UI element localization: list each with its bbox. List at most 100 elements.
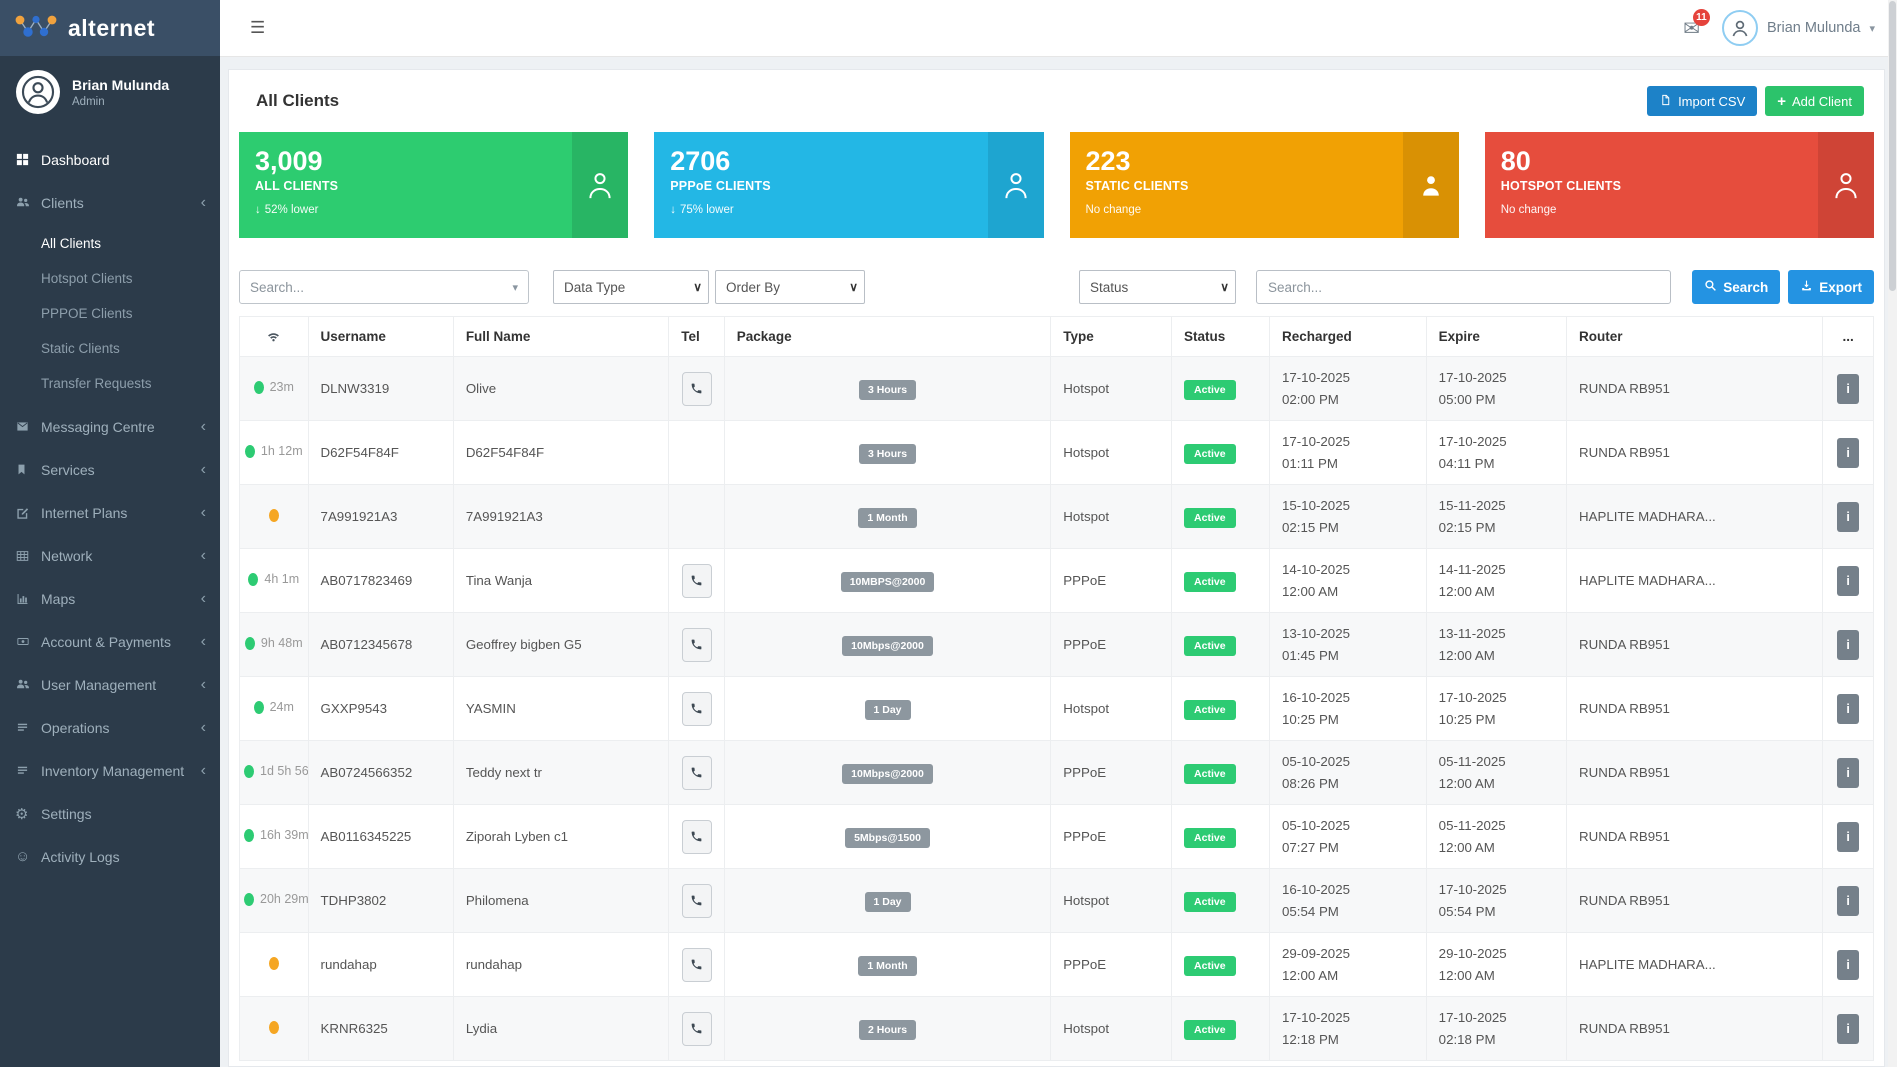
- all-clients-panel: All Clients Import CSV + Add Client 3,00…: [228, 69, 1885, 1067]
- phone-button[interactable]: [682, 692, 712, 726]
- maps-icon: [15, 592, 41, 606]
- sidebar-item-label: Internet Plans: [41, 505, 201, 521]
- cell-recharged: 14-10-202512:00 AM: [1269, 549, 1426, 613]
- hamburger-menu-button[interactable]: ☰: [246, 14, 269, 42]
- sidebar: alternet Brian Mulunda Admin DashboardCl…: [0, 0, 220, 1067]
- client-info-button[interactable]: i: [1837, 1014, 1859, 1044]
- uptime-label: 16h 39m: [260, 828, 308, 842]
- online-status-dot: [254, 701, 264, 714]
- cell-actions: i: [1823, 357, 1874, 421]
- sidebar-item-account-payments[interactable]: Account & Payments‹: [0, 620, 220, 663]
- page-scrollbar[interactable]: [1888, 0, 1897, 1067]
- cell-router: HAPLITE MADHARA...: [1567, 933, 1823, 997]
- sidebar-subitem-transfer-requests[interactable]: Transfer Requests: [0, 366, 220, 401]
- cell-status: Active: [1172, 421, 1270, 485]
- phone-button[interactable]: [682, 756, 712, 790]
- sidebar-item-label: Maps: [41, 591, 201, 607]
- cell-recharged: 05-10-202508:26 PM: [1269, 741, 1426, 805]
- package-badge: 1 Day: [865, 700, 911, 720]
- client-info-button[interactable]: i: [1837, 886, 1859, 916]
- messaging-icon: [15, 420, 41, 433]
- client-info-button[interactable]: i: [1837, 822, 1859, 852]
- app-root: alternet Brian Mulunda Admin DashboardCl…: [0, 0, 1897, 1067]
- cell-online-status: [240, 997, 309, 1061]
- phone-button[interactable]: [682, 628, 712, 662]
- sidebar-item-internet-plans[interactable]: Internet Plans‹: [0, 491, 220, 534]
- cell-tel: [669, 485, 725, 549]
- scrollbar-thumb[interactable]: [1889, 1, 1896, 291]
- stat-label: PPPoE CLIENTS: [670, 179, 971, 193]
- data-type-select[interactable]: Data Type ∨: [553, 270, 709, 304]
- phone-button[interactable]: [682, 820, 712, 854]
- export-button[interactable]: Export: [1788, 270, 1874, 304]
- cell-expire: 17-10-202505:00 PM: [1426, 357, 1566, 421]
- sidebar-item-operations[interactable]: Operations‹: [0, 706, 220, 749]
- phone-button[interactable]: [682, 564, 712, 598]
- cell-recharged: 05-10-202507:27 PM: [1269, 805, 1426, 869]
- package-badge: 5Mbps@1500: [845, 828, 930, 848]
- phone-button[interactable]: [682, 948, 712, 982]
- phone-button[interactable]: [682, 1012, 712, 1046]
- package-badge: 10MBPS@2000: [841, 572, 935, 592]
- trend-down-icon: ↓: [255, 204, 261, 216]
- sidebar-item-messaging-centre[interactable]: Messaging Centre‹: [0, 405, 220, 448]
- status-badge: Active: [1184, 508, 1236, 528]
- cell-status: Active: [1172, 805, 1270, 869]
- cell-type: PPPoE: [1051, 741, 1172, 805]
- client-info-button[interactable]: i: [1837, 950, 1859, 980]
- import-csv-button[interactable]: Import CSV: [1647, 86, 1757, 116]
- order-by-select[interactable]: Order By ∨: [715, 270, 865, 304]
- client-info-button[interactable]: i: [1837, 374, 1859, 404]
- sidebar-item-dashboard[interactable]: Dashboard: [0, 138, 220, 181]
- add-client-button[interactable]: + Add Client: [1765, 86, 1864, 116]
- cell-status: Active: [1172, 741, 1270, 805]
- cell-package: 10MBPS@2000: [724, 549, 1050, 613]
- sidebar-item-network[interactable]: Network‹: [0, 534, 220, 577]
- client-search-select[interactable]: Search... ▾: [239, 270, 529, 304]
- client-info-button[interactable]: i: [1837, 438, 1859, 468]
- client-info-button[interactable]: i: [1837, 566, 1859, 596]
- client-info-button[interactable]: i: [1837, 630, 1859, 660]
- sidebar-item-clients[interactable]: Clients‹: [0, 181, 220, 224]
- client-info-button[interactable]: i: [1837, 502, 1859, 532]
- cell-full-name: Tina Wanja: [453, 549, 668, 613]
- sidebar-item-user-management[interactable]: User Management‹: [0, 663, 220, 706]
- package-badge: 3 Hours: [859, 444, 916, 464]
- stat-value: 80: [1501, 146, 1802, 177]
- cell-router: RUNDA RB951: [1567, 677, 1823, 741]
- stat-trend: ↓75% lower: [670, 204, 971, 216]
- cell-tel: [669, 741, 725, 805]
- phone-button[interactable]: [682, 884, 712, 918]
- payments-icon: [15, 635, 41, 648]
- search-button[interactable]: Search: [1692, 270, 1780, 304]
- cell-expire: 29-10-202512:00 AM: [1426, 933, 1566, 997]
- uptime-label: 24m: [270, 700, 294, 714]
- sidebar-item-inventory-management[interactable]: Inventory Management‹: [0, 749, 220, 792]
- person-outline-icon: [572, 132, 628, 238]
- messages-button[interactable]: ✉ 11: [1683, 16, 1700, 41]
- sidebar-item-maps[interactable]: Maps‹: [0, 577, 220, 620]
- phone-button[interactable]: [682, 372, 712, 406]
- search-input[interactable]: [1256, 270, 1671, 304]
- sidebar-subitem-all-clients[interactable]: All Clients: [0, 226, 220, 261]
- sidebar-item-activity-logs[interactable]: ☺Activity Logs: [0, 835, 220, 878]
- sidebar-item-services[interactable]: Services‹: [0, 448, 220, 491]
- table-row: KRNR6325Lydia2 HoursHotspotActive17-10-2…: [240, 997, 1874, 1061]
- client-info-button[interactable]: i: [1837, 694, 1859, 724]
- sidebar-item-settings[interactable]: ⚙Settings: [0, 792, 220, 835]
- table-row: 1d 5h 56mAB0724566352Teddy next tr10Mbps…: [240, 741, 1874, 805]
- cell-type: PPPoE: [1051, 549, 1172, 613]
- sidebar-subitem-pppoe-clients[interactable]: PPPOE Clients: [0, 296, 220, 331]
- sidebar-subitem-hotspot-clients[interactable]: Hotspot Clients: [0, 261, 220, 296]
- client-info-button[interactable]: i: [1837, 758, 1859, 788]
- column-header-tel: Tel: [669, 317, 725, 357]
- status-badge: Active: [1184, 828, 1236, 848]
- cell-status: Active: [1172, 549, 1270, 613]
- status-select[interactable]: Status ∨: [1079, 270, 1236, 304]
- sidebar-item-label: Services: [41, 462, 201, 478]
- sidebar-subitem-static-clients[interactable]: Static Clients: [0, 331, 220, 366]
- user-menu[interactable]: Brian Mulunda ▾: [1722, 10, 1875, 46]
- person-filled-icon: [1403, 132, 1459, 238]
- sidebar-item-label: Operations: [41, 720, 201, 736]
- app-logo[interactable]: alternet: [0, 0, 220, 56]
